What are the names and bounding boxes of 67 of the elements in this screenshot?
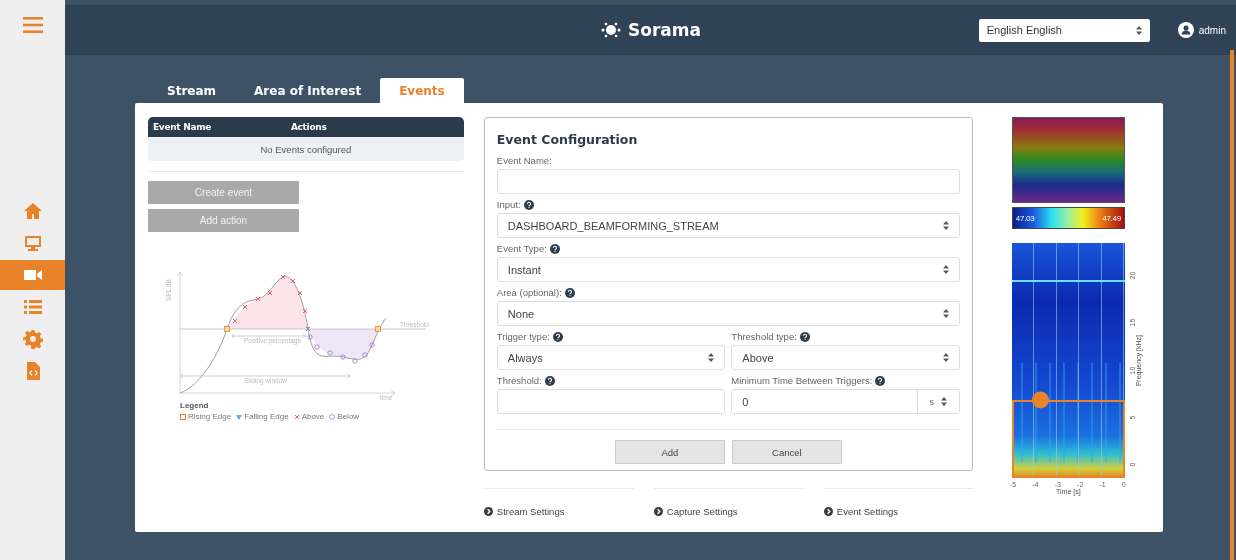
field-label: Event Name:: [496, 155, 552, 166]
field-label: Threshold:: [496, 375, 542, 386]
column-header: Actions: [290, 122, 328, 132]
settings-link[interactable]: Stream Settings: [483, 506, 565, 517]
select-caret-icon: [942, 221, 949, 230]
settings-link[interactable]: Event Settings: [823, 506, 899, 517]
help-icon[interactable]: [544, 375, 555, 386]
time-field[interactable]: 0 s: [731, 389, 960, 414]
input-field[interactable]: [496, 169, 960, 194]
help-icon[interactable]: [552, 331, 563, 342]
help-icon[interactable]: [875, 375, 886, 386]
help-icon[interactable]: [549, 243, 560, 254]
logo-icon: [600, 21, 622, 39]
help-icon[interactable]: [523, 199, 534, 210]
empty-table-message: No Events configured: [148, 137, 464, 161]
menu-icon[interactable]: [22, 17, 43, 33]
list-icon[interactable]: [22, 297, 43, 317]
select-field[interactable]: Above: [731, 345, 960, 370]
chevron-circle-icon: [653, 507, 663, 516]
home-icon[interactable]: [22, 201, 43, 221]
field-label: Event Type:: [496, 243, 547, 254]
field-label: Input:: [496, 199, 521, 210]
tab[interactable]: Stream: [148, 78, 236, 103]
select-field[interactable]: Always: [496, 345, 726, 370]
legend-label: Above: [301, 412, 325, 421]
scale-max-value: 47.49: [1102, 213, 1121, 223]
select-field[interactable]: DASHBOARD_BEAMFORMING_STREAM: [496, 213, 960, 238]
select-caret-icon: [942, 265, 949, 274]
language-select[interactable]: English English: [978, 18, 1150, 42]
field-label: Trigger type:: [496, 331, 550, 342]
settings-icon[interactable]: [22, 329, 43, 349]
user-icon[interactable]: [1177, 22, 1194, 38]
legend-label: Falling Edge: [244, 412, 289, 421]
help-icon[interactable]: [799, 331, 810, 342]
nav-item-selected[interactable]: [0, 260, 65, 290]
legend-label: Below: [337, 412, 360, 421]
monitor-icon[interactable]: [22, 233, 43, 253]
form-title: Event Configuration: [496, 132, 639, 147]
tab[interactable]: Area of Interest: [235, 78, 381, 103]
triangle-icon: [236, 413, 243, 420]
legend-label: Rising Edge: [188, 412, 232, 421]
field-label: Minimum Time Between Triggers:: [731, 375, 873, 386]
select-caret-icon: [708, 353, 715, 362]
unit-select[interactable]: s: [916, 390, 959, 413]
chevron-circle-icon: [483, 507, 493, 516]
scale-min-value: 47.03: [1015, 213, 1035, 223]
form-button[interactable]: Add: [614, 440, 725, 464]
cross-icon: [293, 413, 300, 420]
select-caret-icon: [942, 353, 949, 362]
select-caret-icon: [941, 397, 948, 406]
user-name[interactable]: admin: [1198, 24, 1226, 36]
select-caret-icon: [942, 309, 949, 318]
field-label: Area (optional):: [496, 287, 562, 298]
circle-icon: [329, 413, 336, 420]
input-field[interactable]: 0: [732, 390, 917, 413]
chevron-circle-icon: [823, 507, 833, 516]
select-caret-icon: [1135, 25, 1142, 35]
form-button[interactable]: Cancel: [731, 440, 842, 464]
field-label: Threshold type:: [731, 331, 797, 342]
app-title: Sorama: [628, 20, 701, 40]
help-icon[interactable]: [564, 287, 575, 298]
settings-link[interactable]: Capture Settings: [653, 506, 738, 517]
select-field[interactable]: Instant: [496, 257, 960, 282]
selection-handle[interactable]: [1031, 391, 1049, 409]
legend-title: Legend: [180, 401, 210, 410]
input-field[interactable]: [496, 389, 726, 414]
select-field[interactable]: None: [496, 301, 960, 326]
